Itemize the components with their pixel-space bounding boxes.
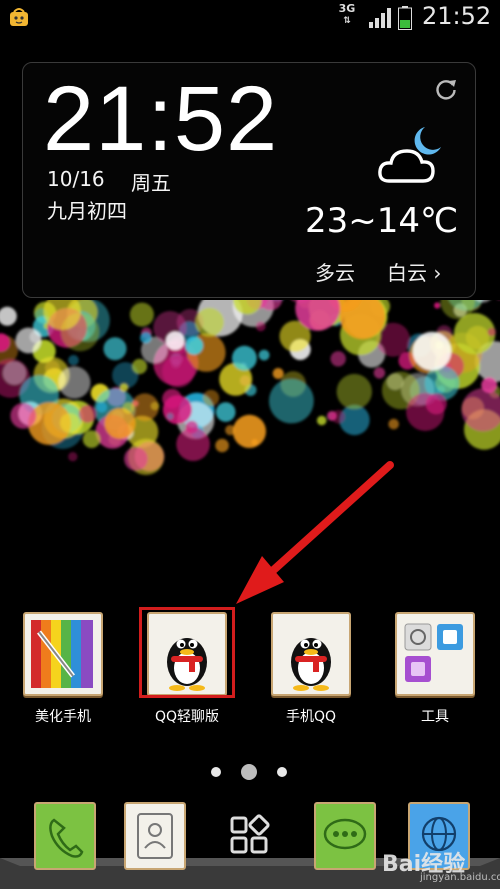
- app-label: 美化手机: [35, 709, 91, 725]
- highlight-box: [139, 607, 235, 698]
- widget-temperature-range: 23~14℃: [305, 201, 459, 241]
- folder-label: 工具: [421, 709, 449, 725]
- widget-weekday: 周五: [131, 171, 171, 195]
- widget-city-link[interactable]: 白云 ›: [387, 257, 441, 286]
- page-dot: [277, 767, 287, 777]
- page-indicator[interactable]: [0, 762, 500, 782]
- clock-weather-widget[interactable]: 21:52 10/16 周五 九月初四 23~14℃ 多云 白云 ›: [22, 62, 476, 298]
- folder-tools[interactable]: 工具: [380, 612, 490, 726]
- bokeh-wallpaper: [0, 300, 500, 475]
- widget-lunar-date: 九月初四: [47, 199, 127, 223]
- app-label: 手机QQ: [285, 709, 337, 725]
- app-beautify-phone[interactable]: 美化手机: [8, 612, 118, 726]
- page-dot-current: [241, 764, 257, 780]
- widget-clock-time[interactable]: 21:52: [43, 67, 278, 172]
- messages-icon[interactable]: [314, 802, 376, 870]
- app-drawer-icon[interactable]: [228, 814, 272, 858]
- notification-app-icon: [10, 8, 28, 26]
- page-dot: [211, 767, 221, 777]
- contacts-icon[interactable]: [124, 802, 186, 870]
- qq-penguin-icon: [271, 612, 351, 696]
- tools-folder-icon: [395, 612, 475, 696]
- refresh-icon[interactable]: [433, 77, 459, 103]
- widget-weather-condition: 多云: [315, 261, 355, 285]
- battery-icon: [398, 6, 412, 30]
- app-mobile-qq[interactable]: 手机QQ: [256, 612, 366, 726]
- cloudy-night-weather-icon: [378, 127, 441, 183]
- status-bar: 3G ⇅ 21:52: [0, 0, 500, 34]
- widget-date: 10/16: [47, 167, 105, 191]
- signal-strength-icon: [369, 8, 391, 28]
- watermark-url: jingyan.baidu.com: [420, 872, 500, 883]
- phone-icon[interactable]: [34, 802, 96, 870]
- network-type-indicator: 3G ⇅: [338, 2, 356, 27]
- status-time: 21:52: [422, 2, 492, 30]
- app-label: QQ轻聊版: [154, 709, 220, 725]
- palette-icon: [23, 612, 103, 696]
